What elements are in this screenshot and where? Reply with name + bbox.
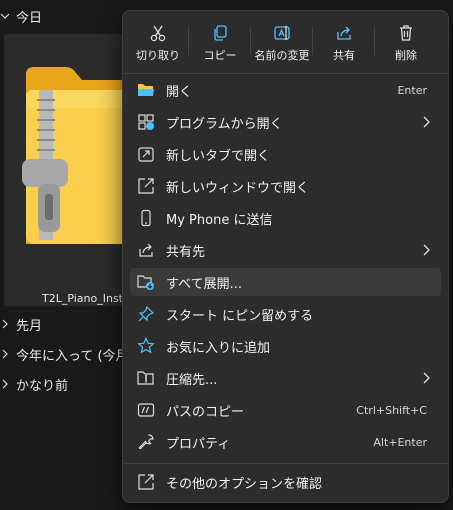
file-name-label: T2L_Piano_Inst	[42, 292, 123, 305]
menu-item-pin-start[interactable]: スタート にピン留めする	[130, 300, 441, 328]
menu-item-share-with[interactable]: 共有先	[130, 236, 441, 264]
copy-button[interactable]: コピー	[189, 15, 251, 71]
group-header-today[interactable]: 今日	[0, 4, 42, 28]
shortcut-label: Enter	[397, 83, 427, 97]
copy-path-icon	[136, 400, 156, 420]
rename-icon	[274, 25, 290, 40]
share-icon	[337, 26, 351, 40]
menu-item-label: 共有先	[166, 244, 206, 260]
context-menu: 切り取り コピー 名前の変更 共有 削除 開く Enter プログラムから開く …	[122, 10, 449, 503]
shortcut-label: Ctrl+Shift+C	[356, 403, 427, 417]
group-label: 今年に入って (今月	[16, 348, 129, 364]
copy-icon	[214, 24, 227, 41]
new-tab-icon	[136, 144, 156, 164]
menu-item-open[interactable]: 開く Enter	[130, 76, 441, 104]
chevron-right-icon	[0, 349, 10, 359]
folder-open-icon	[136, 80, 156, 100]
chevron-right-icon	[0, 379, 10, 389]
compress-icon	[136, 368, 156, 388]
star-icon	[136, 336, 156, 356]
group-header-long-ago[interactable]: かなり前	[0, 372, 68, 396]
cut-label: 切り取り	[136, 48, 180, 62]
group-header-earlier-this-year[interactable]: 今年に入って (今月	[0, 342, 129, 366]
scissors-icon	[150, 25, 166, 41]
menu-item-open-new-tab[interactable]: 新しいタブで開く	[130, 140, 441, 168]
pin-icon	[136, 304, 156, 324]
cut-button[interactable]: 切り取り	[127, 15, 189, 71]
menu-item-open-with[interactable]: プログラムから開く	[130, 108, 441, 136]
open-with-icon	[136, 112, 156, 132]
group-label: 今日	[16, 10, 43, 26]
context-toolbar: 切り取り コピー 名前の変更 共有 削除	[123, 11, 452, 71]
more-options-icon	[136, 472, 156, 492]
menu-item-more-options[interactable]: その他のオプションを確認	[130, 468, 441, 496]
menu-item-label: 圧縮先...	[166, 372, 218, 388]
share-icon	[136, 240, 156, 260]
trash-icon	[400, 24, 412, 41]
menu-divider	[123, 463, 448, 464]
phone-icon	[136, 208, 156, 228]
rename-button[interactable]: 名前の変更	[251, 15, 313, 71]
menu-item-label: その他のオプションを確認	[166, 476, 323, 492]
share-label: 共有	[333, 48, 355, 62]
zip-file-tile[interactable]	[4, 34, 134, 306]
menu-item-label: 新しいウィンドウで開く	[166, 180, 310, 196]
new-window-icon	[136, 176, 156, 196]
menu-item-add-favorites[interactable]: お気に入りに追加	[130, 332, 441, 360]
copy-label: コピー	[203, 48, 237, 62]
menu-item-label: スタート にピン留めする	[166, 308, 314, 324]
rename-label: 名前の変更	[254, 48, 310, 62]
delete-button[interactable]: 削除	[375, 15, 437, 71]
chevron-right-icon	[421, 116, 431, 132]
menu-item-compress[interactable]: 圧縮先...	[130, 364, 441, 392]
menu-item-label: 開く	[166, 84, 193, 100]
menu-divider	[123, 73, 448, 74]
menu-item-open-new-window[interactable]: 新しいウィンドウで開く	[130, 172, 441, 200]
extract-icon	[136, 272, 156, 292]
menu-item-properties[interactable]: プロパティ Alt+Enter	[130, 428, 441, 456]
menu-item-label: パスのコピー	[166, 404, 245, 420]
menu-item-label: My Phone に送信	[166, 212, 273, 228]
group-label: 先月	[16, 318, 43, 334]
group-label: かなり前	[16, 378, 69, 394]
delete-label: 削除	[395, 48, 417, 62]
menu-item-send-to-phone[interactable]: My Phone に送信	[130, 204, 441, 232]
menu-item-label: すべて展開...	[166, 276, 242, 292]
chevron-down-icon	[0, 11, 10, 21]
shortcut-label: Alt+Enter	[373, 435, 427, 449]
share-button[interactable]: 共有	[313, 15, 375, 71]
chevron-right-icon	[421, 244, 431, 260]
menu-item-label: プロパティ	[166, 436, 231, 452]
menu-item-extract-all[interactable]: すべて展開...	[130, 268, 441, 296]
chevron-right-icon	[0, 319, 10, 329]
chevron-right-icon	[421, 372, 431, 388]
menu-item-label: プログラムから開く	[166, 116, 283, 132]
menu-item-label: お気に入りに追加	[166, 340, 271, 356]
menu-item-label: 新しいタブで開く	[166, 148, 271, 164]
group-header-last-month[interactable]: 先月	[0, 312, 42, 336]
menu-item-copy-path[interactable]: パスのコピー Ctrl+Shift+C	[130, 396, 441, 424]
wrench-icon	[136, 432, 156, 452]
zip-folder-icon	[22, 67, 130, 244]
